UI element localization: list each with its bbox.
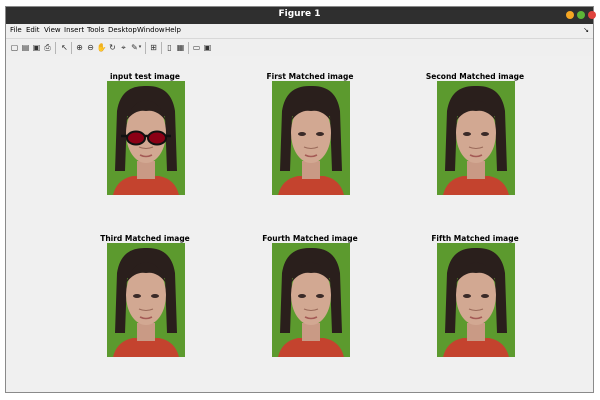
minimize-button[interactable]: [566, 11, 574, 19]
menu-file[interactable]: File: [10, 26, 22, 34]
figure-canvas: input test image First Matched image Sec…: [6, 56, 593, 392]
input-test-image: [107, 81, 185, 195]
panel-title-input: input test image: [109, 72, 181, 81]
maximize-button[interactable]: [577, 11, 585, 19]
new-figure-icon[interactable]: ▢: [9, 42, 20, 53]
menu-tools[interactable]: Tools: [87, 26, 104, 34]
menu-bar: File Edit View Insert Tools Desktop Wind…: [6, 24, 593, 38]
face-photo: [272, 81, 350, 195]
face-photo: [107, 243, 185, 357]
panel-title-second: Second Matched image: [425, 72, 525, 81]
dock-arrow-icon[interactable]: ↘: [583, 26, 589, 34]
panel-title-fourth: Fourth Matched image: [262, 234, 358, 243]
save-icon[interactable]: ▣: [31, 42, 42, 53]
toolbar-separator: [188, 42, 189, 54]
toolbar-separator: [71, 42, 72, 54]
brush-dropdown-icon[interactable]: ▾: [137, 42, 143, 53]
face-photo: [272, 243, 350, 357]
menu-help[interactable]: Help: [165, 26, 181, 34]
first-matched-image: [272, 81, 350, 195]
window-title: Figure 1: [278, 9, 321, 19]
face-photo: [437, 81, 515, 195]
fourth-matched-image: [272, 243, 350, 357]
figure-window: Figure 1 File Edit View Insert Tools Des…: [5, 6, 596, 393]
panel-title-fifth: Fifth Matched image: [431, 234, 519, 243]
hide-plot-tools-icon[interactable]: ▭: [191, 42, 202, 53]
menu-desktop[interactable]: Desktop: [108, 26, 137, 34]
zoom-in-icon[interactable]: ⊕: [74, 42, 85, 53]
toolbar: ▢ ▤ ▣ ⎙ ↖ ⊕ ⊖ ✋ ↻ ⌖ ✎ ▾ ⊞ ▯ ▦ ▭ ▣: [6, 38, 593, 58]
open-file-icon[interactable]: ▤: [20, 42, 31, 53]
print-icon[interactable]: ⎙: [42, 42, 53, 53]
face-photo: [107, 81, 185, 195]
toolbar-separator: [161, 42, 162, 54]
second-matched-image: [437, 81, 515, 195]
menu-edit[interactable]: Edit: [26, 26, 40, 34]
data-cursor-icon[interactable]: ⌖: [118, 42, 129, 53]
toolbar-separator: [145, 42, 146, 54]
colorbar-icon[interactable]: ▯: [164, 42, 175, 53]
title-bar[interactable]: Figure 1: [6, 7, 596, 24]
link-plot-icon[interactable]: ⊞: [148, 42, 159, 53]
select-arrow-icon[interactable]: ↖: [59, 42, 70, 53]
close-button[interactable]: [588, 11, 596, 19]
legend-icon[interactable]: ▦: [175, 42, 186, 53]
menu-insert[interactable]: Insert: [64, 26, 84, 34]
show-plot-tools-icon[interactable]: ▣: [202, 42, 213, 53]
zoom-out-icon[interactable]: ⊖: [85, 42, 96, 53]
pan-icon[interactable]: ✋: [96, 42, 107, 53]
panel-title-first: First Matched image: [266, 72, 354, 81]
menu-window[interactable]: Window: [137, 26, 165, 34]
menu-view[interactable]: View: [44, 26, 61, 34]
fifth-matched-image: [437, 243, 515, 357]
rotate-3d-icon[interactable]: ↻: [107, 42, 118, 53]
face-photo: [437, 243, 515, 357]
third-matched-image: [107, 243, 185, 357]
panel-title-third: Third Matched image: [100, 234, 190, 243]
toolbar-separator: [55, 42, 56, 54]
